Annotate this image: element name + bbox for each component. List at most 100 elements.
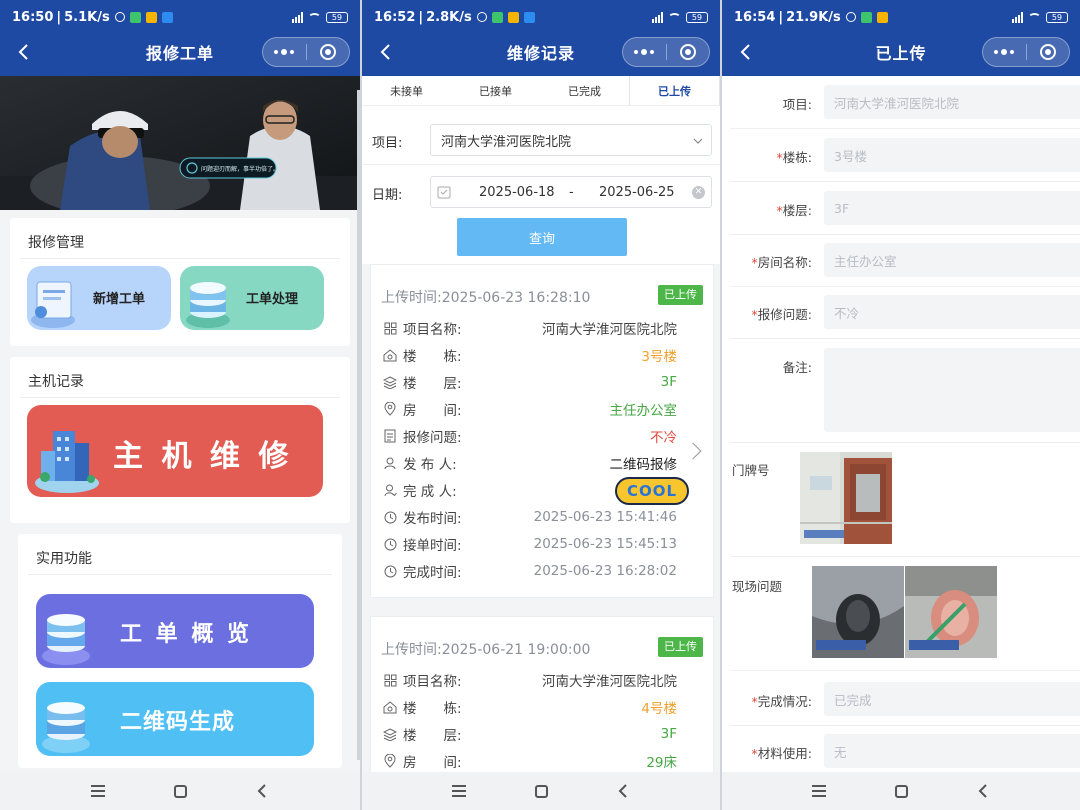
site-photo-2[interactable]: [905, 566, 997, 658]
more-button[interactable]: [263, 38, 306, 66]
record-row: 房 间: 29床: [381, 750, 677, 772]
door-photo-image: [800, 452, 892, 544]
layers-icon: [381, 374, 399, 390]
back-arrow-icon: [380, 44, 390, 60]
home-button[interactable]: [531, 781, 551, 801]
room-field[interactable]: 主任办公室: [824, 243, 1080, 277]
more-button[interactable]: [983, 38, 1026, 66]
screen-repair-orders: 16:50 | 5.1K/s 59 报修工单 问题迎刃而解，事半功倍了。 报修管…: [0, 0, 360, 810]
back-button[interactable]: [10, 38, 36, 66]
row-label: 接单时间:: [403, 538, 462, 554]
field-label: 楼栋:: [782, 150, 812, 165]
system-back-button[interactable]: [252, 781, 272, 801]
home-icon: [534, 784, 548, 798]
wechat-icon: [491, 11, 503, 23]
page-title: 已上传: [875, 44, 927, 63]
building-field[interactable]: 3号楼: [824, 138, 1080, 172]
header-bar: 16:54 | 21.9K/s 59 已上传: [722, 0, 1080, 76]
floor-field[interactable]: 3F: [824, 191, 1080, 225]
tab-completed[interactable]: 已完成: [540, 76, 629, 105]
row-label: 楼 栋:: [403, 349, 462, 365]
remark-field[interactable]: [824, 348, 1080, 432]
app-icon: [523, 11, 535, 23]
tab-pending[interactable]: 未接单: [362, 76, 451, 105]
menu-button[interactable]: [88, 781, 108, 801]
record-row: 楼 层: 3F: [381, 723, 677, 745]
system-navigation-bar: [362, 772, 720, 810]
field-label: 完成情况:: [757, 694, 812, 709]
clock-icon: [381, 563, 399, 579]
record-card[interactable]: 上传时间:2025-06-23 16:28:10 已上传 项目名称: 河南大学淮…: [370, 264, 714, 598]
row-label: 报修问题:: [403, 430, 462, 446]
back-button[interactable]: [732, 38, 758, 66]
back-arrow-icon: [740, 44, 750, 60]
row-label: 楼 层:: [403, 728, 462, 744]
hero-banner: 问题迎刃而解，事半功倍了。: [0, 76, 360, 210]
back-arrow-icon: [618, 784, 627, 798]
date-start[interactable]: 2025-06-18: [479, 185, 555, 200]
record-row: 楼 层: 3F: [381, 371, 677, 393]
date-range-picker[interactable]: 2025-06-18 - 2025-06-25 ✕: [430, 176, 712, 208]
alarm-icon: [114, 12, 125, 22]
row-label: 发布时间:: [403, 511, 462, 527]
field-label: 现场问题: [732, 579, 783, 594]
clock-icon: [381, 536, 399, 552]
process-order-tile[interactable]: 工单处理: [180, 266, 324, 330]
system-navigation-bar: [722, 772, 1080, 810]
signal-icon: [652, 11, 663, 23]
record-card[interactable]: 上传时间:2025-06-21 19:00:00 已上传 项目名称: 河南大学淮…: [370, 616, 714, 776]
record-row: 接单时间: 2025-06-23 15:45:13: [381, 533, 677, 555]
status-bar: 16:50 | 5.1K/s 59: [0, 0, 360, 34]
back-arrow-icon: [978, 784, 987, 798]
completion-field[interactable]: 已完成: [824, 682, 1080, 716]
close-miniapp-button[interactable]: [307, 38, 350, 66]
field-label: 门牌号: [732, 463, 770, 478]
menu-icon: [812, 785, 826, 797]
home-button[interactable]: [891, 781, 911, 801]
miniapp-capsule: [982, 37, 1070, 67]
system-back-button[interactable]: [613, 781, 633, 801]
back-button[interactable]: [372, 38, 398, 66]
repair-management-card: 报修管理 新增工单 工单处理: [10, 218, 350, 346]
tab-uploaded[interactable]: 已上传: [629, 76, 720, 105]
status-bar: 16:54 | 21.9K/s 59: [722, 0, 1080, 34]
host-repair-label: 主 机 维 修: [113, 439, 293, 474]
row-label: 楼 栋:: [403, 701, 462, 717]
close-miniapp-button[interactable]: [1027, 38, 1070, 66]
project-select[interactable]: 河南大学淮河医院北院: [430, 124, 712, 156]
qrcode-generate-tile[interactable]: 二维码生成: [36, 682, 314, 756]
record-row: 发布时间: 2025-06-23 15:41:46: [381, 506, 677, 528]
door-plate-photo[interactable]: [800, 452, 892, 544]
project-field[interactable]: 河南大学淮河医院北院: [824, 85, 1080, 119]
user-check-icon: [381, 482, 399, 498]
issue-field[interactable]: 不冷: [824, 295, 1080, 329]
menu-button[interactable]: [809, 781, 829, 801]
record-row: 项目名称: 河南大学淮河医院北院: [381, 669, 677, 691]
worker-illustration: 问题迎刃而解，事半功倍了。: [0, 76, 360, 210]
new-order-tile[interactable]: 新增工单: [27, 266, 171, 330]
chevron-right-icon[interactable]: [684, 442, 702, 460]
date-end[interactable]: 2025-06-25: [599, 185, 675, 200]
clear-date-icon[interactable]: ✕: [692, 186, 705, 199]
order-overview-tile[interactable]: 工 单 概 览: [36, 594, 314, 668]
section-title: 主机记录: [28, 374, 84, 390]
grid-icon: [381, 320, 399, 336]
status-time: 16:50: [12, 9, 54, 25]
qrcode-generate-label: 二维码生成: [120, 710, 236, 735]
system-back-button[interactable]: [973, 781, 993, 801]
close-miniapp-button[interactable]: [667, 38, 710, 66]
building-value: 3号楼: [641, 349, 677, 365]
more-button[interactable]: [623, 38, 666, 66]
battery-icon: 59: [326, 11, 348, 23]
site-photo-1[interactable]: [812, 566, 904, 658]
query-button[interactable]: 查询: [457, 218, 627, 256]
material-field[interactable]: 无: [824, 734, 1080, 768]
home-icon: [894, 784, 908, 798]
field-label-material: *材料使用:: [751, 746, 812, 761]
host-repair-tile[interactable]: 主 机 维 修: [27, 405, 323, 497]
tab-accepted[interactable]: 已接单: [451, 76, 540, 105]
home-button[interactable]: [170, 781, 190, 801]
status-speed: 2.8K/s: [426, 9, 472, 25]
menu-button[interactable]: [449, 781, 469, 801]
row-label: 项目名称:: [403, 322, 462, 338]
